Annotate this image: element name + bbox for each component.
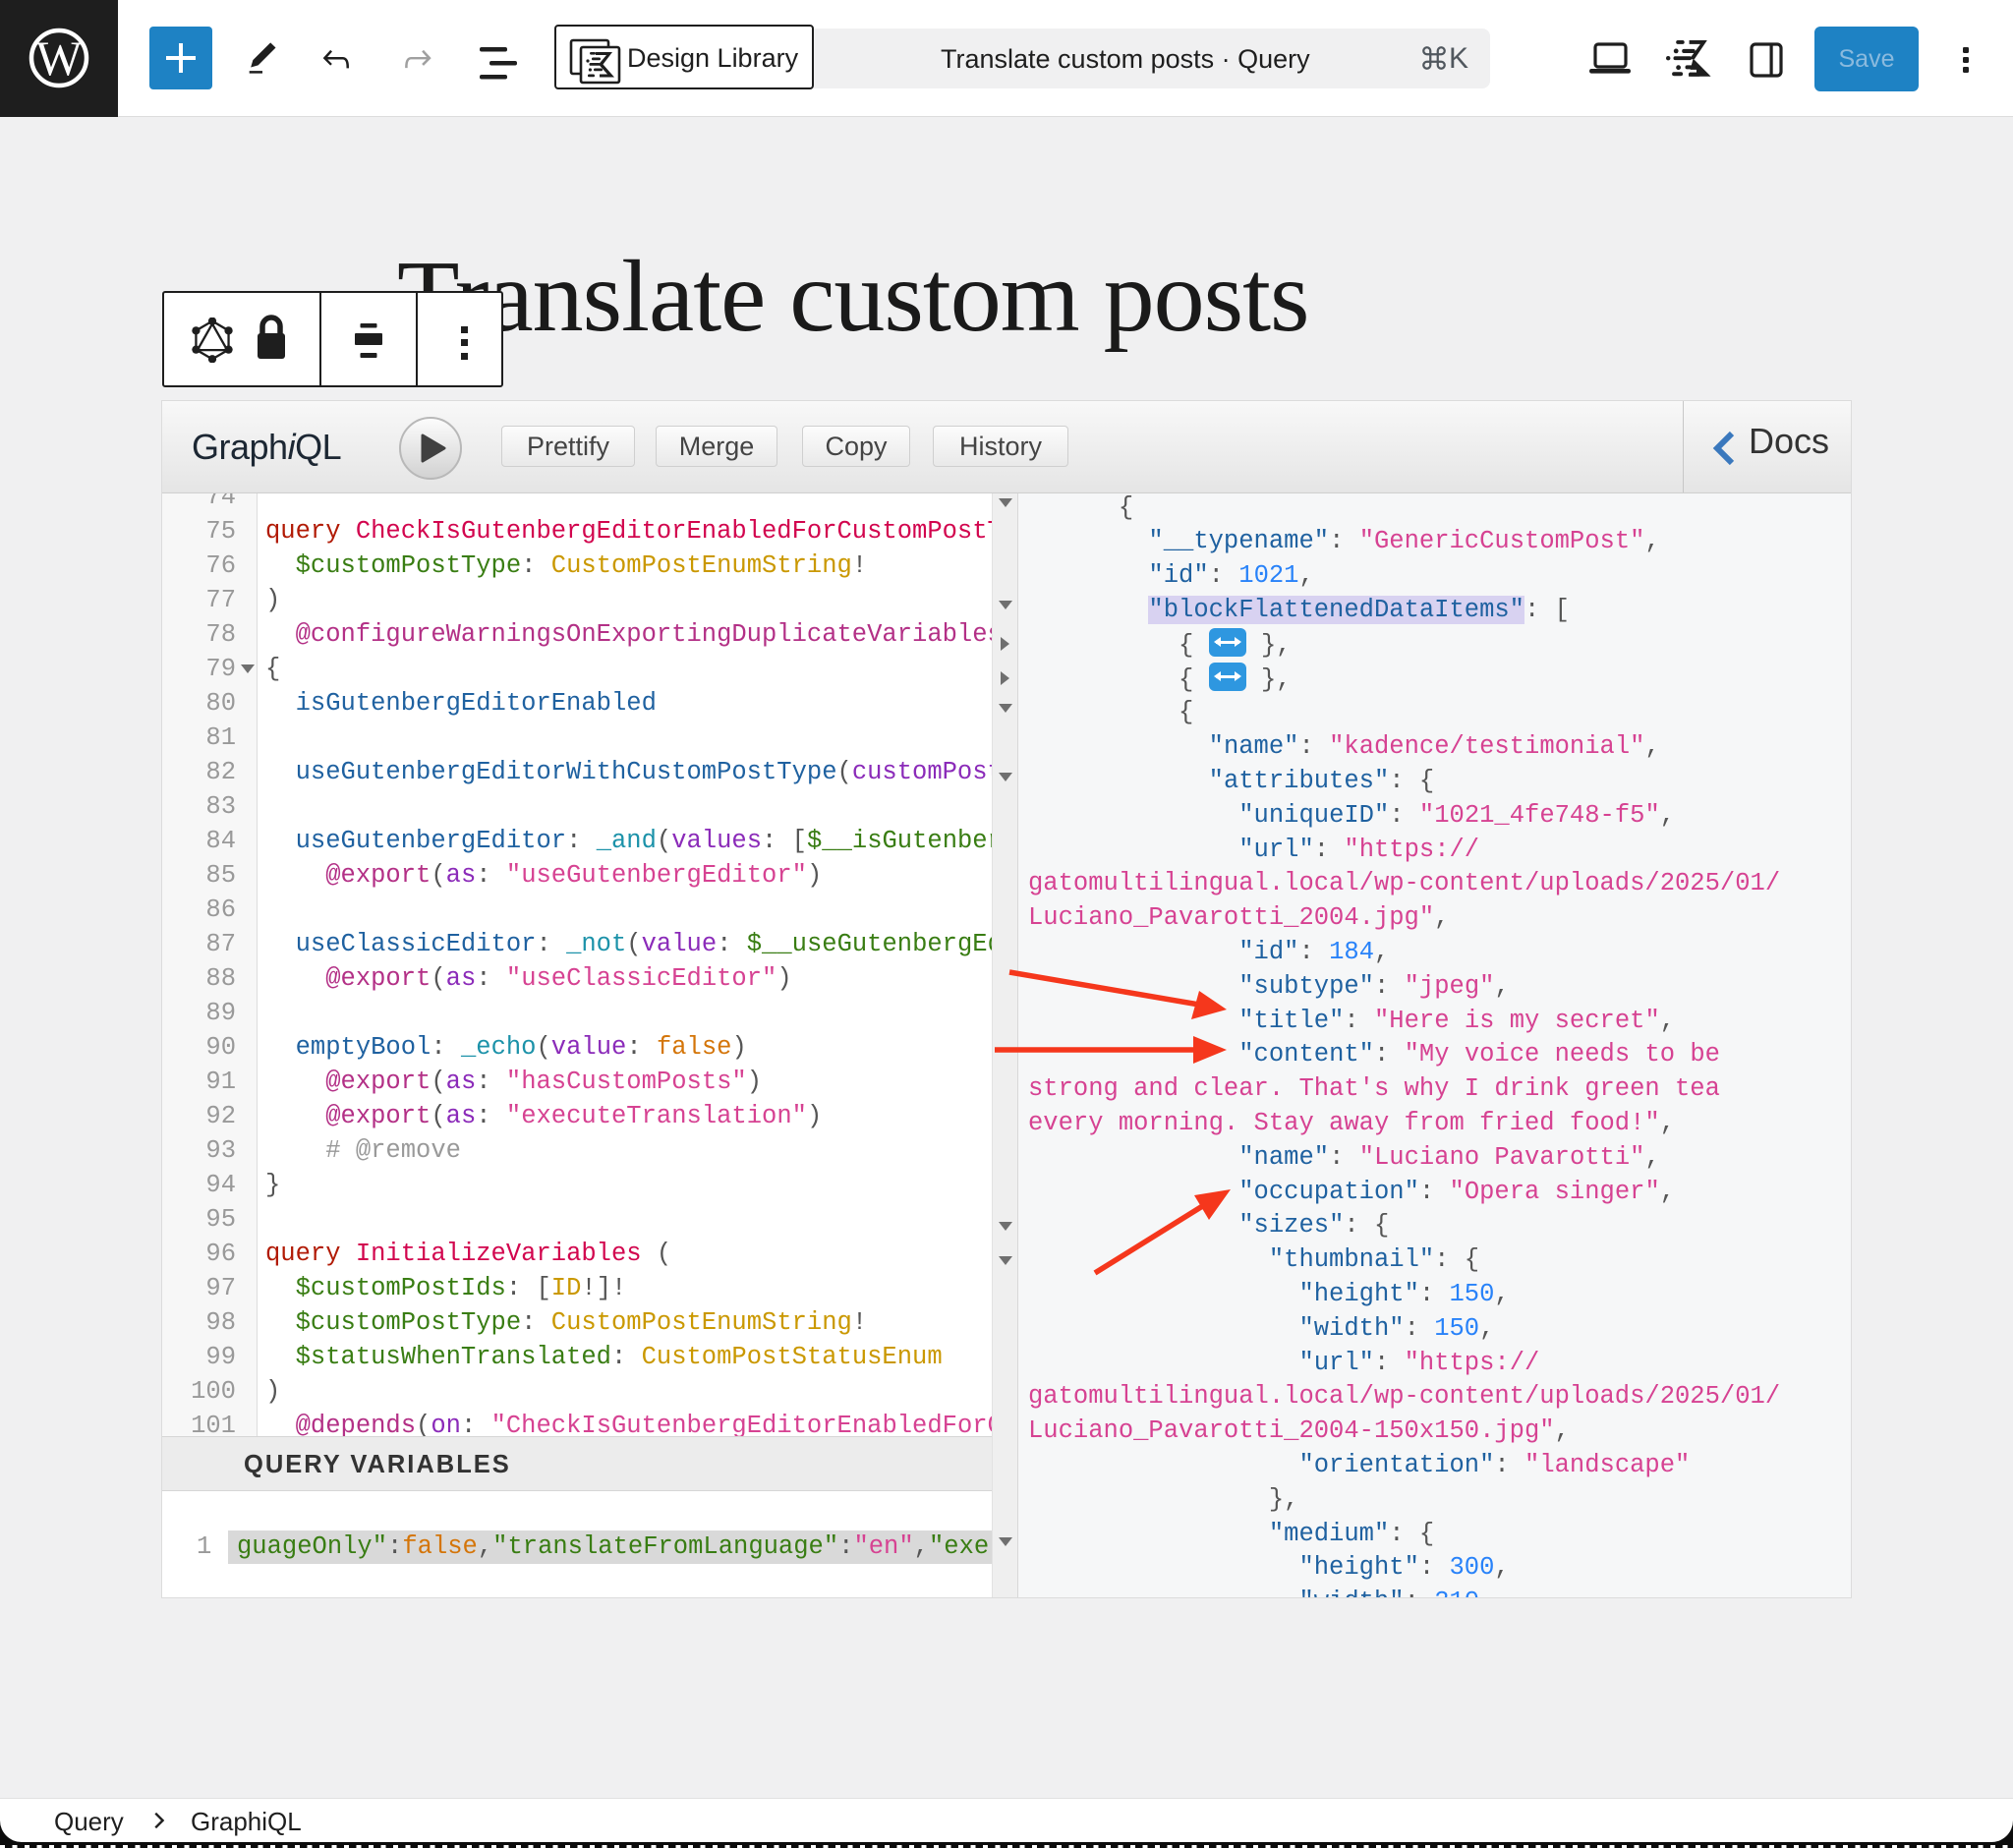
svg-text:W: W [36,30,84,86]
